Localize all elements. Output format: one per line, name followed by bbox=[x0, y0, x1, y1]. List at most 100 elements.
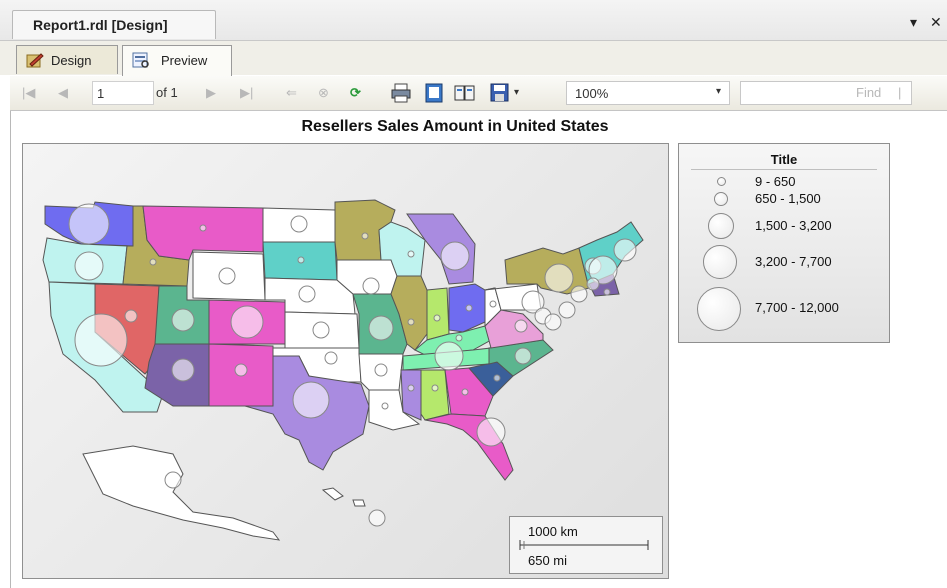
state-alaska bbox=[82, 445, 281, 541]
scale-km-label: 1000 km bbox=[528, 524, 578, 539]
legend-label-5: 7,700 - 12,000 bbox=[755, 300, 839, 315]
bubble-fl bbox=[476, 417, 506, 447]
state-ms bbox=[400, 369, 422, 421]
legend-label-2: 650 - 1,500 bbox=[755, 191, 821, 206]
legend-divider bbox=[691, 169, 877, 170]
bubble-ok bbox=[324, 351, 338, 365]
save-export-icon[interactable] bbox=[490, 83, 510, 103]
find-input[interactable] bbox=[740, 81, 912, 105]
bubble-ri bbox=[603, 288, 611, 296]
zoom-select[interactable]: 100% ▾ bbox=[566, 81, 730, 105]
document-tab-strip: Report1.rdl [Design] ▾ ✕ bbox=[0, 0, 947, 40]
state-hawaii-2 bbox=[352, 499, 366, 507]
bubble-ia bbox=[362, 277, 380, 295]
bubble-wy bbox=[218, 267, 236, 285]
legend-symbol-2 bbox=[714, 192, 728, 206]
bubble-nd bbox=[290, 215, 308, 233]
bubble-mo bbox=[368, 315, 394, 341]
map-scale-bar: 1000 km 650 mi bbox=[509, 516, 663, 574]
last-page-button[interactable]: ▶| bbox=[240, 85, 253, 101]
next-page-button[interactable]: ▶ bbox=[206, 85, 216, 101]
bubble-nv bbox=[124, 309, 138, 323]
us-map bbox=[42, 199, 644, 541]
bubble-il bbox=[407, 318, 415, 326]
legend-label-1: 9 - 650 bbox=[755, 174, 796, 189]
bubble-nh bbox=[586, 277, 600, 291]
state-al bbox=[420, 369, 450, 421]
zoom-value: 100% bbox=[575, 86, 609, 101]
bubble-me bbox=[613, 238, 637, 262]
bubble-ny bbox=[544, 263, 574, 293]
bubble-ks bbox=[312, 321, 330, 339]
preview-toolbar: |◀ ◀ 1 of 1 ▶ ▶| ⇐ ⊗ ⟳ ▾ 100% ▾ Find | bbox=[10, 76, 947, 111]
find-separator: | bbox=[898, 85, 902, 100]
bubble-al bbox=[431, 384, 439, 392]
state-hawaii bbox=[321, 487, 344, 501]
preview-icon bbox=[132, 52, 149, 68]
legend-symbol-1 bbox=[717, 177, 726, 186]
legend-symbol-4 bbox=[703, 245, 737, 279]
bubble-nj bbox=[558, 301, 576, 319]
bubble-id bbox=[149, 258, 157, 266]
export-dropdown-arrow[interactable]: ▾ bbox=[514, 87, 519, 98]
bubble-mn bbox=[361, 232, 369, 240]
tab-design-label: Design bbox=[51, 53, 92, 68]
bubble-co bbox=[230, 305, 264, 339]
bubble-mt bbox=[199, 224, 207, 232]
bubble-ar bbox=[374, 363, 388, 377]
refresh-button[interactable]: ⟳ bbox=[350, 85, 361, 101]
stop-button[interactable]: ⊗ bbox=[318, 85, 329, 101]
page-setup-icon[interactable] bbox=[454, 83, 476, 103]
bubble-nm bbox=[234, 363, 248, 377]
bubble-wi bbox=[407, 250, 415, 258]
bubble-sd bbox=[297, 256, 305, 264]
bubble-ct bbox=[570, 285, 588, 303]
bubble-de bbox=[544, 313, 562, 331]
page-number-value: 1 bbox=[97, 86, 105, 101]
print-icon[interactable] bbox=[390, 83, 412, 103]
bubble-ca bbox=[74, 313, 128, 367]
bubble-or bbox=[74, 251, 104, 281]
legend-symbol-5 bbox=[697, 287, 741, 331]
design-icon bbox=[26, 53, 44, 68]
back-button[interactable]: ⇐ bbox=[286, 85, 297, 101]
tab-design[interactable]: Design bbox=[16, 45, 118, 74]
map-frame bbox=[22, 143, 669, 579]
scale-bar-icon bbox=[519, 540, 649, 550]
bubble-mi bbox=[440, 241, 470, 271]
bubble-va bbox=[514, 319, 528, 333]
first-page-button[interactable]: |◀ bbox=[22, 85, 35, 101]
bubble-oh bbox=[465, 304, 473, 312]
legend-label-3: 1,500 - 3,200 bbox=[755, 218, 832, 233]
bubble-ne bbox=[298, 285, 316, 303]
bubble-ut bbox=[171, 308, 195, 332]
window-position-icon[interactable]: ▾ bbox=[910, 14, 917, 31]
bubble-sc bbox=[493, 374, 501, 382]
document-tab-title: Report1.rdl [Design] bbox=[33, 17, 168, 33]
map-legend: Title 9 - 650 650 - 1,500 1,500 - 3,200 … bbox=[678, 143, 890, 343]
bubble-az bbox=[171, 358, 195, 382]
tab-preview[interactable]: Preview bbox=[122, 45, 232, 76]
bubble-ga bbox=[461, 388, 469, 396]
legend-title: Title bbox=[770, 152, 798, 167]
report-title: Resellers Sales Amount in United States bbox=[301, 118, 609, 135]
bubble-ak bbox=[164, 471, 182, 489]
bubble-wv bbox=[489, 300, 497, 308]
page-number-input[interactable]: 1 bbox=[92, 81, 154, 105]
previous-page-button[interactable]: ◀ bbox=[58, 85, 68, 101]
document-tab[interactable]: Report1.rdl [Design] bbox=[12, 10, 216, 39]
bubble-tn bbox=[434, 341, 464, 371]
print-layout-icon[interactable] bbox=[424, 83, 444, 103]
view-mode-tabs: Design Preview bbox=[0, 40, 947, 76]
zoom-dropdown-arrow[interactable]: ▾ bbox=[716, 86, 721, 97]
bubble-la bbox=[381, 402, 389, 410]
legend-symbol-3 bbox=[708, 213, 734, 239]
find-button[interactable]: Find bbox=[856, 85, 881, 100]
page-count-label: of 1 bbox=[156, 85, 178, 100]
bubble-hi bbox=[368, 509, 386, 527]
close-icon[interactable]: ✕ bbox=[930, 14, 942, 31]
bubble-nc bbox=[514, 347, 532, 365]
bubble-wa bbox=[68, 203, 110, 245]
tab-preview-label: Preview bbox=[161, 53, 208, 68]
bubble-in bbox=[433, 314, 441, 322]
